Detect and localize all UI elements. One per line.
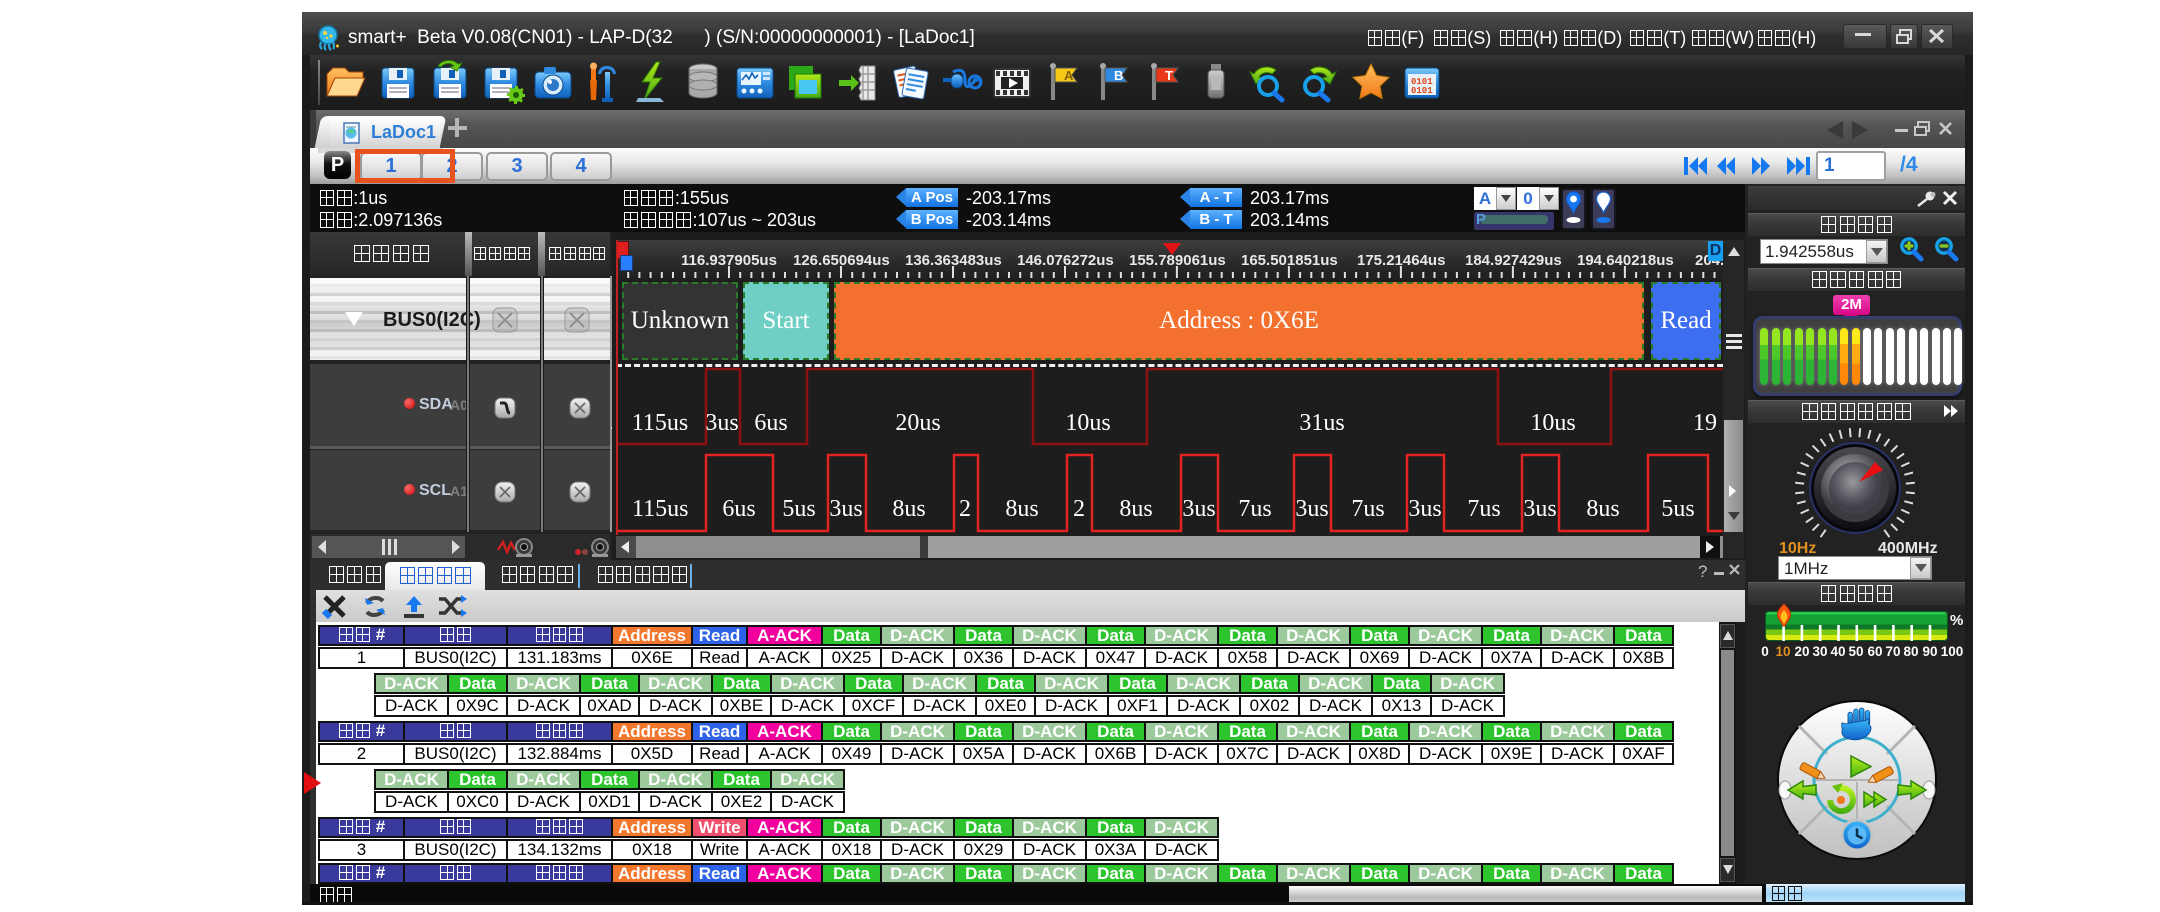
- svg-text:A: A: [1064, 68, 1074, 83]
- svg-text:B: B: [1114, 68, 1123, 83]
- svg-text:0101: 0101: [1411, 86, 1433, 96]
- svg-text:T: T: [1165, 68, 1173, 83]
